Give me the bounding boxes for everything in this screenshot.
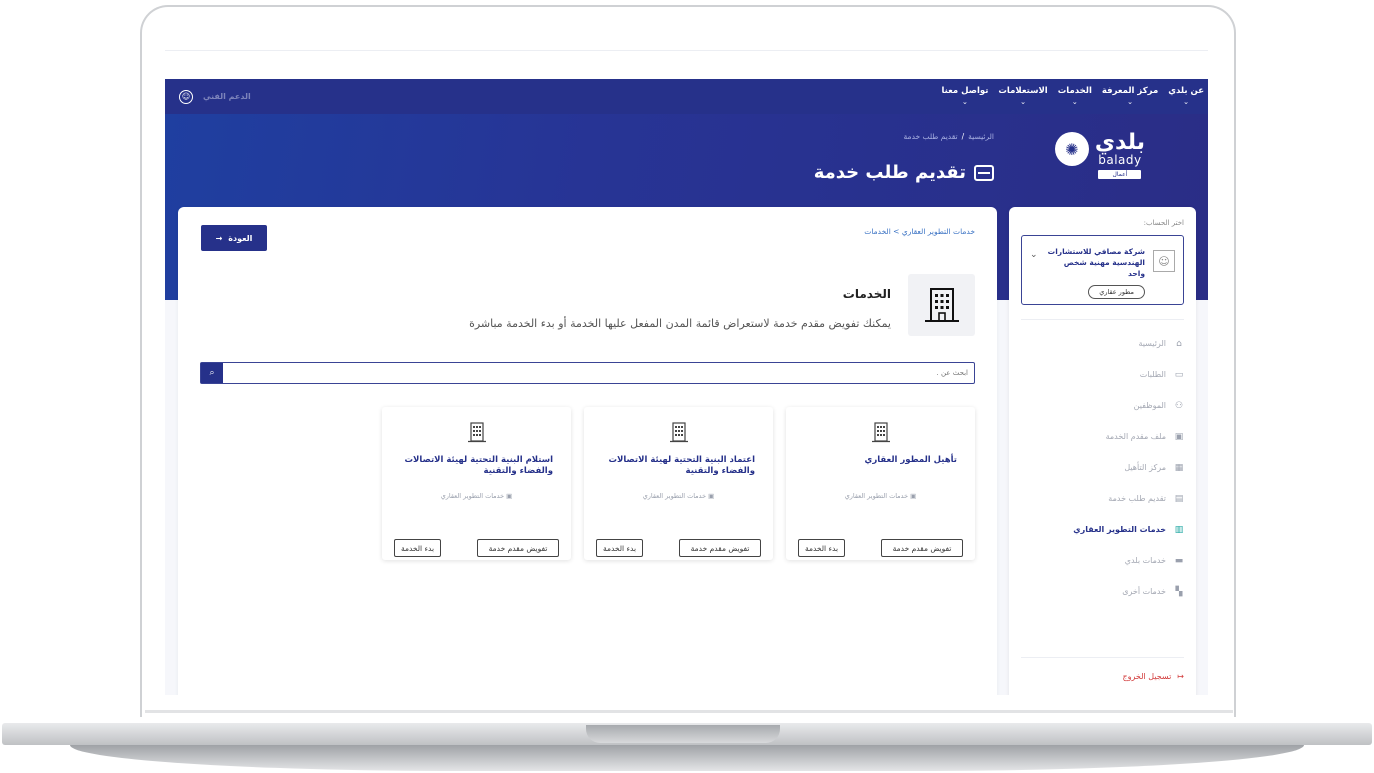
chevron-down-icon: ⌄ <box>1127 97 1133 106</box>
palm-icon: ✺ <box>1054 132 1089 166</box>
sidebar-menu: ⌂ الرئيسية ▭ الطلبات ⚇ الموظفين ▣ ملف مقدم ا… <box>1021 328 1184 607</box>
nav-item-services[interactable]: الخدمات ⌄ <box>1058 87 1092 106</box>
search-bar: ⌕ <box>200 362 975 384</box>
logo-english: balady <box>1098 153 1142 167</box>
back-button[interactable]: العودة → <box>201 225 267 251</box>
chevron-down-icon: ⌄ <box>1071 97 1078 106</box>
logout-button[interactable]: ↦ تسجيل الخروج <box>1021 657 1184 681</box>
briefcase-icon: ▣ <box>908 492 917 500</box>
main-content: خدمات التطوير العقاري > الخدمات العودة → … <box>178 207 997 695</box>
balady-logo[interactable]: بلدي balady أعمال ✺ <box>1054 130 1145 179</box>
service-category: ▣ خدمات التطوير العقاري <box>642 492 715 500</box>
search-input[interactable] <box>223 363 974 383</box>
sidebar-item-other-services[interactable]: ▚ خدمات أخرى <box>1021 576 1184 607</box>
briefcase-icon: ▣ <box>1174 431 1184 442</box>
service-category: ▣ خدمات التطوير العقاري <box>440 492 513 500</box>
laptop-base <box>0 715 1374 773</box>
grid-icon: ▦ <box>1174 462 1184 473</box>
folder-icon: ▬ <box>1174 555 1184 566</box>
nav-item-contact[interactable]: تواصل معنا ⌄ <box>941 87 988 106</box>
search-button[interactable]: ⌕ <box>201 363 223 383</box>
top-navigation: عن بلدي ⌄ مركز المعرفة ⌄ الخدمات ⌄ الاستعلا… <box>165 79 1208 114</box>
users-icon: ⚇ <box>1174 400 1184 411</box>
browser-chrome <box>165 50 1208 79</box>
home-icon: ⌂ <box>1176 338 1182 349</box>
nav-utilities: الدعم الفني ☺ <box>179 89 251 104</box>
nav-item-about[interactable]: عن بلدي ⌄ <box>1168 87 1204 106</box>
inbox-icon: ▭ <box>1174 369 1184 380</box>
service-title: استلام البنية التحتية لهيئة الاتصالات وا… <box>404 455 554 476</box>
service-category: ▣ خدمات التطوير العقاري <box>844 492 917 500</box>
sidebar: اختر الحساب: ☺ شركة مصافي للاستشارات اله… <box>1009 207 1196 695</box>
browser-screen: عن بلدي ⌄ مركز المعرفة ⌄ الخدمات ⌄ الاستعلا… <box>165 50 1208 695</box>
chevron-down-icon: ⌄ <box>962 97 968 106</box>
start-service-button[interactable]: بدء الخدمة <box>596 539 643 557</box>
account-role-badge: مطور عقاري <box>1088 285 1145 299</box>
account-selector[interactable]: ☺ شركة مصافي للاستشارات الهندسية مهنية ش… <box>1021 235 1184 305</box>
form-icon: ▤ <box>1174 493 1184 504</box>
sidebar-item-provider-profile[interactable]: ▣ ملف مقدم الخدمة <box>1021 421 1184 452</box>
search-icon: ⌕ <box>209 368 215 378</box>
services-list: تأهيل المطور العقاري ▣ خدمات التطوير الع… <box>382 407 975 560</box>
buildings-icon: ▥ <box>1174 524 1184 535</box>
delegate-provider-button[interactable]: تفويض مقدم خدمة <box>679 539 761 557</box>
service-card[interactable]: اعتماد البنية التحتية لهيئة الاتصالات وا… <box>584 407 773 560</box>
breadcrumb: الرئيسية/تقديم طلب خدمة <box>903 132 994 141</box>
account-name: شركة مصافي للاستشارات الهندسية مهنية شخص… <box>1047 247 1145 278</box>
chevron-down-icon: ⌄ <box>1020 97 1026 106</box>
support-link[interactable]: الدعم الفني <box>203 92 251 101</box>
sidebar-item-balady-services[interactable]: ▬ خدمات بلدي <box>1021 545 1184 576</box>
delegate-provider-button[interactable]: تفويض مقدم خدمة <box>477 539 559 557</box>
sidebar-item-real-estate-services[interactable]: ▥ خدمات التطوير العقاري <box>1021 514 1184 545</box>
briefcase-icon <box>974 164 994 181</box>
avatar-icon: ☺ <box>1153 250 1175 272</box>
chevron-down-icon: ⌄ <box>1183 97 1190 106</box>
nav-item-inquiries[interactable]: الاستعلامات ⌄ <box>998 87 1047 106</box>
building-icon <box>669 421 689 447</box>
sidebar-item-requests[interactable]: ▭ الطلبات <box>1021 359 1184 390</box>
service-card[interactable]: استلام البنية التحتية لهيئة الاتصالات وا… <box>382 407 571 560</box>
logo-tag: أعمال <box>1098 170 1142 179</box>
start-service-button[interactable]: بدء الخدمة <box>394 539 441 557</box>
chevron-down-icon[interactable]: ⌄ <box>1030 250 1038 260</box>
section-title: الخدمات <box>842 287 891 301</box>
sidebar-item-employees[interactable]: ⚇ الموظفين <box>1021 390 1184 421</box>
apps-icon: ▚ <box>1175 586 1183 597</box>
start-service-button[interactable]: بدء الخدمة <box>798 539 845 557</box>
delegate-provider-button[interactable]: تفويض مقدم خدمة <box>881 539 963 557</box>
breadcrumb-current: تقديم طلب خدمة <box>903 132 958 141</box>
nav-menu: عن بلدي ⌄ مركز المعرفة ⌄ الخدمات ⌄ الاستعلا… <box>941 87 1204 106</box>
account-label: اختر الحساب: <box>1143 219 1184 227</box>
service-card[interactable]: تأهيل المطور العقاري ▣ خدمات التطوير الع… <box>786 407 975 560</box>
logo-arabic: بلدي <box>1094 130 1145 155</box>
page-title-text: تقديم طلب خدمة <box>813 162 966 183</box>
service-title: تأهيل المطور العقاري <box>864 455 957 465</box>
sidebar-item-submit-request[interactable]: ▤ تقديم طلب خدمة <box>1021 483 1184 514</box>
page-title: تقديم طلب خدمة <box>814 162 994 183</box>
section-description: يمكنك تفويض مقدم خدمة لاستعراض قائمة الم… <box>469 317 891 330</box>
briefcase-icon: ▣ <box>706 492 715 500</box>
breadcrumb-home[interactable]: الرئيسية <box>968 132 994 141</box>
nav-item-knowledge[interactable]: مركز المعرفة ⌄ <box>1102 87 1158 106</box>
arrow-right-icon: → <box>215 233 223 243</box>
building-icon <box>467 421 487 447</box>
sidebar-item-qualification-center[interactable]: ▦ مركز التأهيل <box>1021 452 1184 483</box>
sidebar-item-home[interactable]: ⌂ الرئيسية <box>1021 328 1184 359</box>
content-breadcrumb[interactable]: خدمات التطوير العقاري > الخدمات <box>864 227 975 236</box>
service-title: اعتماد البنية التحتية لهيئة الاتصالات وا… <box>608 455 755 476</box>
screen-bezel <box>145 710 1233 713</box>
building-icon <box>871 421 891 447</box>
briefcase-icon: ▣ <box>504 492 513 500</box>
building-icon <box>908 274 975 336</box>
logout-icon: ↦ <box>1177 672 1184 681</box>
user-profile-icon[interactable]: ☺ <box>179 89 193 104</box>
